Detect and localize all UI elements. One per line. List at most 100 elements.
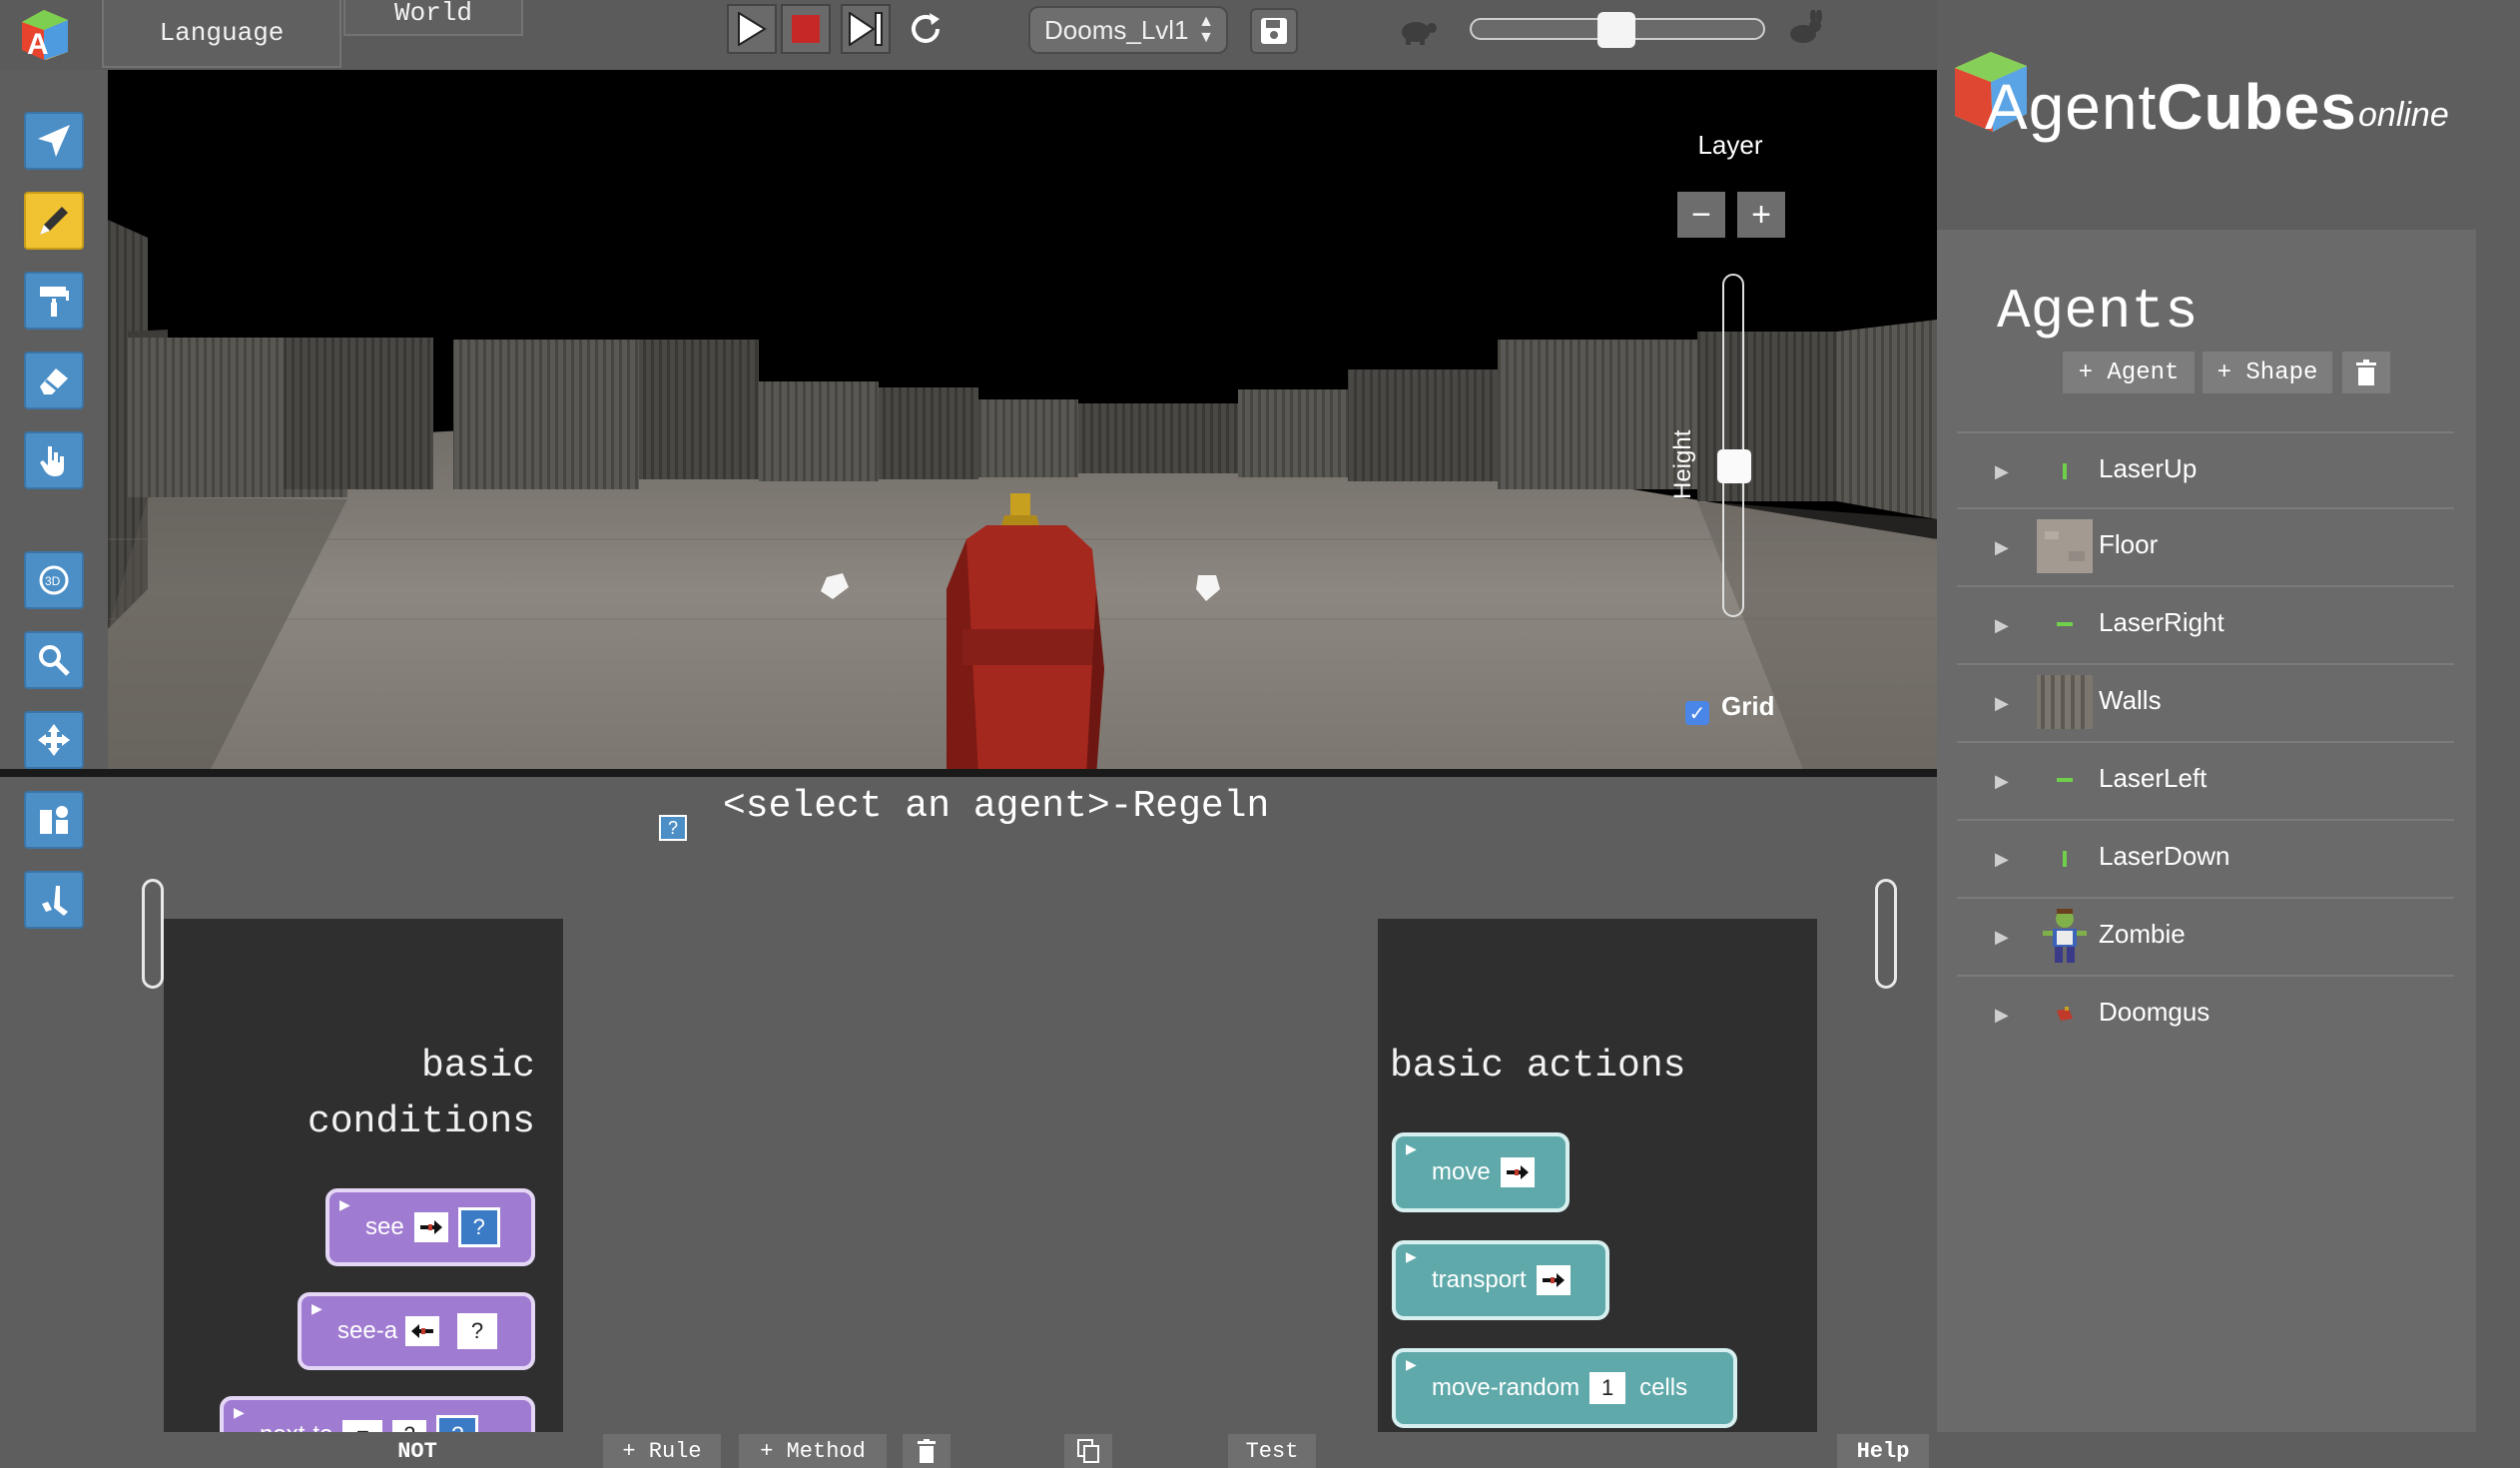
rules-help-button[interactable]: ? bbox=[659, 815, 687, 841]
direction-arrow-icon[interactable] bbox=[1536, 1265, 1571, 1295]
conditions-palette-title: basic conditions bbox=[164, 1039, 535, 1150]
operator-select[interactable]: = bbox=[342, 1420, 383, 1432]
run-button[interactable] bbox=[727, 4, 777, 54]
world-menu[interactable]: World bbox=[343, 0, 523, 36]
stop-button[interactable] bbox=[781, 4, 831, 54]
expand-triangle-icon[interactable]: ▶ bbox=[1995, 537, 2009, 558]
agent-item-zombie[interactable]: ▶ Zombie bbox=[1957, 897, 2454, 973]
delete-agent-button[interactable] bbox=[2342, 352, 2390, 393]
expand-triangle-icon[interactable]: ▶ bbox=[1995, 1005, 2009, 1026]
height-label: Height bbox=[1669, 429, 1696, 499]
transport-action-block[interactable]: ▶ transport bbox=[1392, 1240, 1609, 1320]
camera-view-tool[interactable] bbox=[24, 791, 84, 849]
add-rule-button[interactable]: + Rule bbox=[603, 1434, 721, 1468]
agent-item-walls[interactable]: ▶ Walls bbox=[1957, 663, 2454, 739]
wall-block bbox=[453, 340, 639, 489]
add-shape-button[interactable]: + Shape bbox=[2203, 352, 2332, 393]
hand-tool[interactable] bbox=[24, 431, 84, 489]
pencil-tool[interactable] bbox=[24, 192, 84, 250]
agent-item-laserright[interactable]: ▶ LaserRight bbox=[1957, 585, 2454, 661]
agent-item-laserup[interactable]: ▶ LaserUp bbox=[1957, 431, 2454, 507]
expand-triangle-icon[interactable]: ▶ bbox=[1995, 849, 2009, 870]
play-triangle-icon[interactable]: ▶ bbox=[1406, 1356, 1417, 1373]
play-triangle-icon[interactable]: ▶ bbox=[1406, 1248, 1417, 1265]
see-condition-block[interactable]: ▶ see ? bbox=[325, 1188, 535, 1266]
expand-triangle-icon[interactable]: ▶ bbox=[1995, 927, 2009, 948]
agent-name: LaserUp bbox=[2099, 453, 2198, 483]
add-method-button[interactable]: + Method bbox=[739, 1434, 887, 1468]
shape-placeholder-chip[interactable]: ? bbox=[457, 1313, 498, 1349]
world-3d-scene bbox=[108, 70, 1937, 775]
expand-triangle-icon[interactable]: ▶ bbox=[1995, 461, 2009, 482]
reset-button[interactable] bbox=[901, 4, 950, 54]
eraser-icon bbox=[40, 368, 68, 394]
paint-roller-tool[interactable] bbox=[24, 272, 84, 330]
save-button[interactable] bbox=[1250, 8, 1298, 54]
hand-pointer-icon bbox=[40, 446, 64, 476]
move-action-block[interactable]: ▶ move bbox=[1392, 1132, 1570, 1212]
wall-block bbox=[759, 381, 879, 481]
wall-block bbox=[1498, 340, 1697, 489]
world-select[interactable]: Dooms_Lvl1 ▲ ▼ bbox=[1028, 6, 1228, 54]
agent-item-floor[interactable]: ▶ Floor bbox=[1957, 507, 2454, 583]
stop-icon bbox=[792, 15, 820, 43]
agent-item-doomgus[interactable]: ▶ Doomgus bbox=[1957, 975, 2454, 1051]
agent-placeholder-chip[interactable]: ? bbox=[436, 1415, 479, 1432]
height-slider-track[interactable] bbox=[1722, 274, 1744, 617]
agent-item-laserdown[interactable]: ▶ LaserDown bbox=[1957, 819, 2454, 895]
direction-arrow-icon[interactable] bbox=[1500, 1157, 1535, 1187]
agent-name: LaserRight bbox=[2099, 607, 2224, 637]
expand-triangle-icon[interactable]: ▶ bbox=[1995, 615, 2009, 636]
zoom-tool[interactable] bbox=[24, 631, 84, 689]
move-random-action-block[interactable]: ▶ move-random 1 cells bbox=[1392, 1348, 1737, 1428]
agent-placeholder-chip[interactable]: ? bbox=[457, 1207, 500, 1247]
actions-scrollbar[interactable] bbox=[1875, 879, 1897, 989]
language-menu[interactable]: Language bbox=[102, 0, 341, 68]
count-field[interactable]: 2 bbox=[392, 1420, 427, 1432]
next-to-condition-block[interactable]: ▶ next-to = 2 ? bbox=[220, 1396, 535, 1432]
add-agent-button[interactable]: + Agent bbox=[2063, 352, 2195, 393]
play-triangle-icon[interactable]: ▶ bbox=[339, 1196, 350, 1213]
conditions-scrollbar[interactable] bbox=[142, 879, 164, 989]
direction-arrow-icon[interactable] bbox=[413, 1212, 448, 1242]
select-arrow-tool[interactable] bbox=[24, 112, 84, 170]
wall-block bbox=[978, 399, 1078, 477]
world-3d-viewport[interactable] bbox=[108, 70, 1937, 775]
layer-up-button[interactable]: + bbox=[1737, 192, 1785, 238]
doomgus-thumbnail bbox=[2057, 1007, 2073, 1021]
duplicate-rule-button[interactable] bbox=[1064, 1434, 1112, 1468]
agent-name: Floor bbox=[2099, 529, 2159, 559]
floppy-disk-icon bbox=[1261, 18, 1287, 44]
step-button[interactable] bbox=[841, 4, 891, 54]
block-label: see-a bbox=[337, 1317, 398, 1344]
play-icon bbox=[738, 12, 767, 46]
rabbit-fast-icon bbox=[1790, 10, 1822, 43]
layer-down-button[interactable]: − bbox=[1677, 192, 1725, 238]
agents-title: Agents bbox=[1997, 280, 2199, 344]
grid-checkbox[interactable]: ✓ bbox=[1685, 701, 1709, 725]
laserleft-thumbnail bbox=[2057, 778, 2073, 782]
rotate-3d-tool[interactable]: 3D bbox=[24, 551, 84, 609]
test-button[interactable]: Test bbox=[1228, 1434, 1316, 1468]
agentcubes-app-icon[interactable]: A bbox=[14, 6, 76, 62]
not-toggle[interactable]: NOT bbox=[371, 1434, 463, 1468]
play-triangle-icon[interactable]: ▶ bbox=[312, 1300, 322, 1317]
svg-text:A: A bbox=[27, 28, 49, 61]
see-a-condition-block[interactable]: ▶ see-a ? bbox=[298, 1292, 535, 1370]
pan-tool[interactable] bbox=[24, 711, 84, 769]
help-button[interactable]: Help bbox=[1837, 1434, 1929, 1468]
agent-item-laserleft[interactable]: ▶ LaserLeft bbox=[1957, 741, 2454, 817]
delete-rule-button[interactable] bbox=[903, 1434, 950, 1468]
play-triangle-icon[interactable]: ▶ bbox=[234, 1404, 245, 1421]
cells-count-field[interactable]: 1 bbox=[1589, 1372, 1626, 1404]
speed-slider-thumb[interactable] bbox=[1597, 12, 1635, 48]
layer-label: Layer bbox=[1697, 130, 1763, 160]
height-slider-thumb[interactable] bbox=[1717, 449, 1751, 483]
play-triangle-icon[interactable]: ▶ bbox=[1406, 1140, 1417, 1157]
expand-triangle-icon[interactable]: ▶ bbox=[1995, 771, 2009, 792]
block-label: move bbox=[1432, 1158, 1491, 1185]
direction-arrow-icon[interactable] bbox=[405, 1316, 440, 1346]
expand-triangle-icon[interactable]: ▶ bbox=[1995, 693, 2009, 714]
eraser-tool[interactable] bbox=[24, 352, 84, 409]
first-person-tool[interactable] bbox=[24, 871, 84, 929]
